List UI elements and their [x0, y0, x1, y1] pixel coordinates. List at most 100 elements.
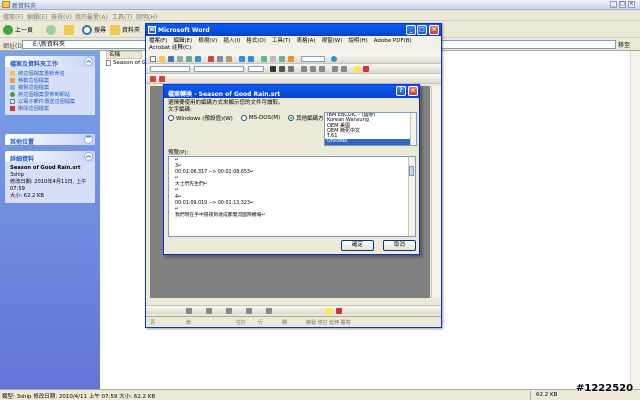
up-folder-button[interactable] — [64, 24, 74, 35]
font-size-select[interactable] — [248, 66, 264, 72]
close-button[interactable]: × — [628, 1, 635, 8]
italic-icon[interactable] — [279, 66, 285, 72]
align-right-icon[interactable] — [319, 66, 325, 72]
chevron-up-icon[interactable]: ︽ — [84, 57, 93, 66]
align-center-icon[interactable] — [310, 66, 316, 72]
word-menu-view[interactable]: 檢視(V) — [198, 38, 217, 44]
menu-edit[interactable]: 編輯(E) — [27, 12, 47, 21]
menu-view[interactable]: 檢視(V) — [51, 12, 72, 21]
line-color-icon[interactable] — [336, 308, 342, 314]
paste-icon[interactable] — [226, 56, 232, 62]
underline-icon[interactable] — [288, 66, 294, 72]
chevron-down-icon[interactable]: ︾ — [84, 135, 93, 144]
columns-icon[interactable] — [279, 56, 285, 62]
zoom-select[interactable] — [301, 56, 325, 62]
back-button[interactable]: 上一頁 — [3, 24, 33, 35]
dialog-close-button[interactable]: × — [408, 86, 418, 96]
details-header[interactable]: 詳細資料 ︽ — [5, 151, 95, 163]
task-move[interactable]: 移動這個檔案 — [10, 77, 91, 84]
word-close-button[interactable]: × — [429, 25, 439, 35]
preview-box[interactable]: ↵ 3↵ 00:01:06,317 --> 00:01:08,653↵ ↵ 大士… — [168, 156, 416, 237]
pdf-email-icon[interactable] — [159, 76, 165, 82]
spelling-icon[interactable] — [195, 56, 201, 62]
print-icon[interactable] — [177, 56, 183, 62]
word-menu-window[interactable]: 視窗(W) — [322, 38, 343, 44]
word-menu-table[interactable]: 表格(A) — [297, 38, 316, 44]
menu-tools[interactable]: 工具(T) — [112, 12, 132, 21]
radio-other-indicator[interactable] — [288, 115, 295, 121]
draw-arrow-icon[interactable] — [226, 308, 232, 314]
bullets-icon[interactable] — [332, 66, 338, 72]
cut-icon[interactable] — [208, 56, 214, 62]
font-color-icon[interactable] — [363, 66, 369, 72]
save-icon[interactable] — [168, 56, 174, 62]
table-icon[interactable] — [270, 56, 276, 62]
dialog-help-button[interactable]: ? — [396, 86, 406, 96]
task-rename[interactable]: 將這個檔案重新命名 — [10, 70, 91, 77]
radio-msdos[interactable]: MS-DOS(M) — [240, 114, 280, 122]
task-delete[interactable]: 刪除這個檔案 — [10, 105, 91, 112]
menu-favorites[interactable]: 我的最愛(A) — [75, 12, 108, 21]
drawing-icon[interactable] — [288, 56, 294, 62]
up-folder-icon — [64, 24, 74, 35]
radio-windows[interactable]: Windows (預設值)(W) — [168, 114, 233, 122]
word-maximize-button[interactable]: □ — [417, 25, 427, 35]
chevron-up-icon[interactable]: ︽ — [84, 152, 93, 161]
encoding-list-scrollbar[interactable] — [410, 113, 416, 145]
list-item-selected[interactable]: Unicode — [325, 139, 416, 145]
preview-scrollbar[interactable] — [408, 157, 415, 236]
draw-oval-icon[interactable] — [266, 308, 272, 314]
font-select[interactable] — [194, 66, 244, 72]
radio-windows-indicator[interactable] — [168, 115, 174, 121]
word-menu-tools[interactable]: 工具(T) — [272, 38, 291, 44]
style-select[interactable] — [150, 66, 190, 72]
cancel-button[interactable]: 取消 — [383, 240, 416, 251]
menu-help[interactable]: 說明(H) — [136, 12, 157, 21]
maximize-button[interactable]: □ — [619, 1, 626, 8]
ok-button[interactable]: 確定 — [341, 240, 374, 251]
column-header-name[interactable]: 名稱 — [106, 51, 142, 59]
help-icon[interactable] — [331, 56, 337, 62]
pdf-icon[interactable] — [150, 76, 156, 82]
word-menu-edit[interactable]: 編輯(E) — [173, 38, 192, 44]
explorer-scrollbar[interactable] — [630, 51, 640, 389]
bold-icon[interactable] — [270, 66, 276, 72]
word-scrollbar[interactable] — [431, 86, 441, 298]
explorer-menu-bar: 檔案(F) 編輯(E) 檢視(V) 我的最愛(A) 工具(T) 說明(H) — [0, 10, 640, 21]
align-left-icon[interactable] — [301, 66, 307, 72]
redo-icon[interactable] — [248, 56, 254, 62]
other-places-header[interactable]: 其他位置 ︾ — [5, 134, 95, 146]
numbering-icon[interactable] — [341, 66, 347, 72]
highlight-icon[interactable] — [354, 66, 360, 72]
copy-icon[interactable] — [217, 56, 223, 62]
file-tasks-header[interactable]: 檔案及資料夾工作 ︽ — [5, 56, 95, 68]
word-menu-acrobat[interactable]: Acrobat 註釋(C) — [149, 45, 191, 51]
encoding-list[interactable]: IBM EBCDIC - (國際) Korean Wansung OEM 美國 … — [324, 112, 417, 146]
new-doc-icon[interactable] — [150, 56, 156, 62]
fill-color-icon[interactable] — [326, 308, 332, 314]
word-minimize-button[interactable]: _ — [406, 25, 416, 35]
preview-scroll-thumb[interactable] — [409, 166, 414, 176]
task-copy[interactable]: 複製這個檔案 — [10, 84, 91, 91]
word-menu-format[interactable]: 格式(O) — [246, 38, 266, 44]
word-menu-help[interactable]: 說明(H) — [348, 38, 367, 44]
forward-button[interactable] — [46, 24, 56, 35]
preview-icon[interactable] — [186, 56, 192, 62]
radio-msdos-indicator[interactable] — [240, 115, 247, 121]
task-publish[interactable]: 將這個檔案發佈到網站 — [10, 91, 91, 98]
draw-line-icon[interactable] — [206, 308, 212, 314]
folders-button[interactable]: 資料夾 — [110, 24, 140, 35]
draw-shape-icon[interactable] — [186, 308, 192, 314]
draw-rect-icon[interactable] — [246, 308, 252, 314]
go-button[interactable]: 移至 — [618, 40, 638, 49]
open-icon[interactable] — [159, 56, 165, 62]
minimize-button[interactable]: _ — [610, 1, 617, 8]
word-menu-adobe-pdf[interactable]: Adobe PDF(B) — [374, 38, 412, 44]
word-menu-file[interactable]: 檔案(F) — [149, 38, 167, 44]
menu-file[interactable]: 檔案(F) — [3, 12, 23, 21]
hyperlink-icon[interactable] — [261, 56, 267, 62]
word-menu-insert[interactable]: 插入(I) — [223, 38, 240, 44]
search-button[interactable]: 搜尋 — [82, 24, 106, 35]
undo-icon[interactable] — [239, 56, 245, 62]
task-email[interactable]: 以電子郵件傳送這個檔案 — [10, 98, 91, 105]
